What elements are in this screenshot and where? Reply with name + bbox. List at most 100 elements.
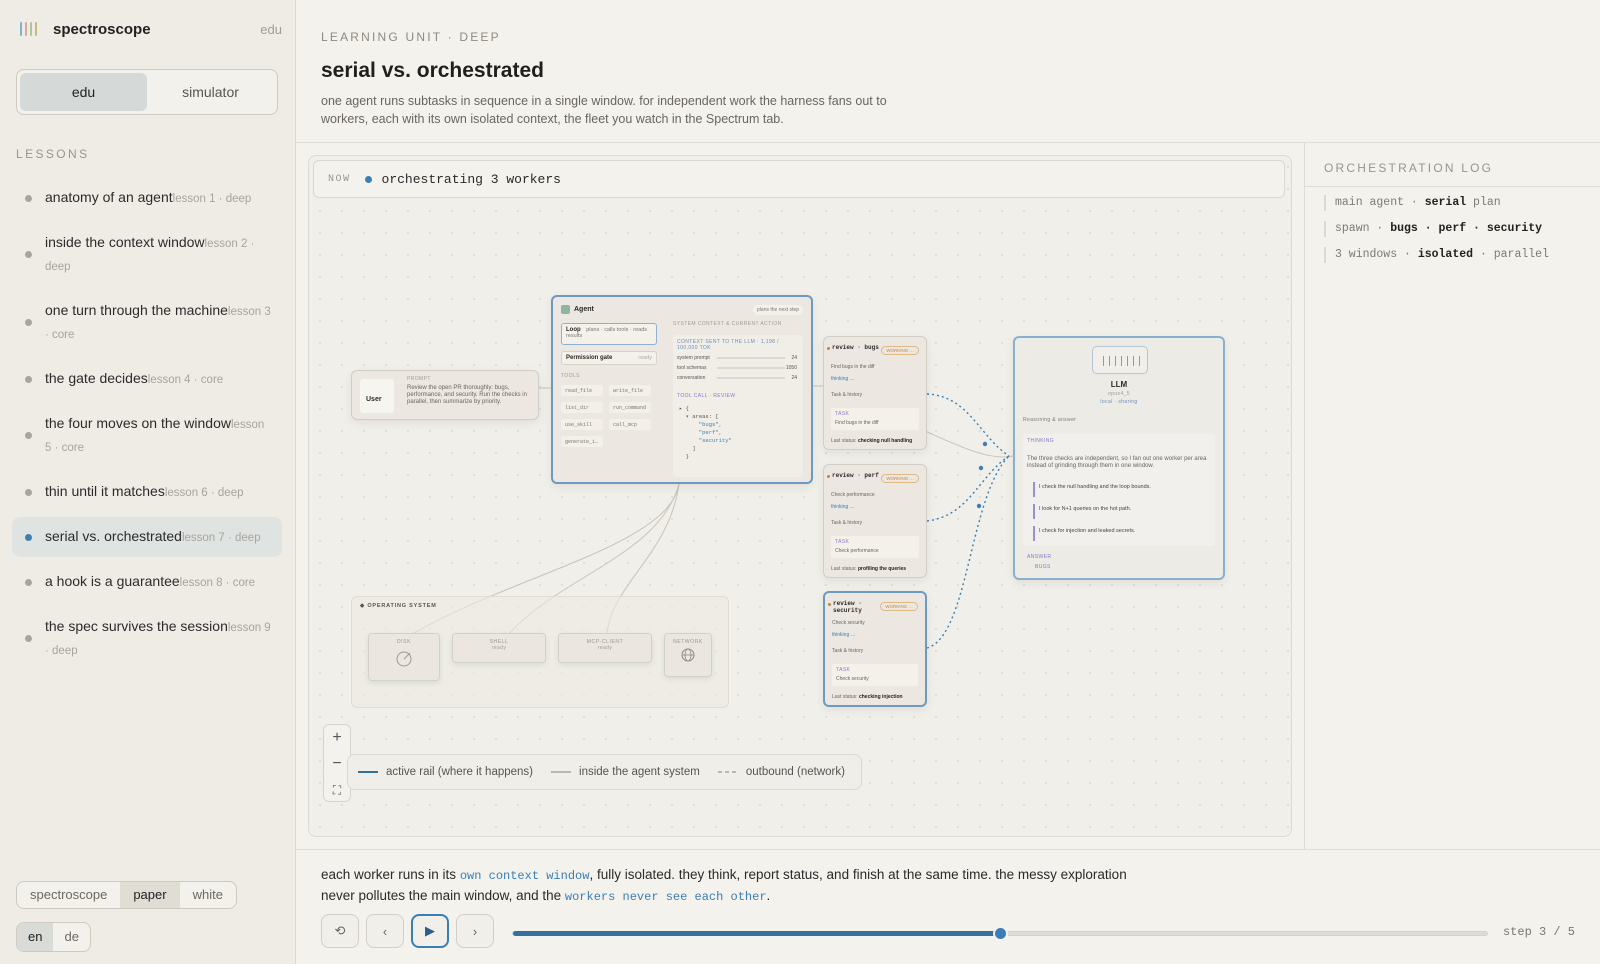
lesson-title: the four moves on the window	[45, 415, 231, 431]
previous-step-button[interactable]: ‹	[366, 914, 404, 948]
lesson-item[interactable]: thin until it matcheslesson 6 · deep	[12, 472, 282, 512]
page-title: serial vs. orchestrated	[321, 59, 544, 82]
legend-active-label: active rail (where it happens)	[386, 766, 534, 778]
tool-use-skill[interactable]: use_skill	[561, 419, 603, 430]
lesson-title: serial vs. orchestrated	[45, 528, 182, 544]
restart-button[interactable]: ⟲	[321, 914, 359, 948]
mode-simulator-button[interactable]: simulator	[147, 73, 274, 111]
theme-paper-option[interactable]: paper	[120, 882, 180, 908]
step-narration: each worker runs in its own context wind…	[321, 865, 1151, 907]
tool-write-file[interactable]: write_file	[609, 385, 651, 396]
network-node[interactable]: NETWORK	[664, 633, 712, 677]
narration-text: each worker runs in its	[321, 867, 460, 882]
tool-call-mcp[interactable]: call_mcp	[609, 419, 651, 430]
worker-history: Task & history	[831, 520, 863, 526]
worker-node[interactable]: review · bugs WORKING … Find bugs in the d…	[823, 336, 927, 450]
chip-line	[1103, 356, 1104, 366]
theme-spectroscope-option[interactable]: spectroscope	[17, 882, 120, 908]
lesson-title: the spec survives the session	[45, 618, 228, 634]
llm-node[interactable]: LLM opus4_5 local · sharing Reasoning & …	[1013, 336, 1225, 580]
ctx-row-tools: tool schemas 1050	[677, 365, 797, 371]
loop-box[interactable]: Loop plans · calls tools · reads results	[561, 323, 657, 345]
canvas-legend: active rail (where it happens) inside th…	[347, 754, 862, 790]
tool-read-file[interactable]: read_file	[561, 385, 603, 396]
code-line: "security"	[679, 437, 732, 444]
prompt-text: Review the open PR thoroughly: bugs, per…	[407, 385, 527, 405]
language-en-option[interactable]: en	[17, 923, 54, 951]
language-switch: en de	[16, 922, 91, 952]
lesson-status-dot-icon	[25, 432, 32, 439]
tool-generate[interactable]: generate_i…	[561, 436, 603, 447]
worker-status-label: Last status:	[831, 566, 857, 572]
lesson-item[interactable]: one turn through the machinelesson 3 · c…	[12, 291, 282, 354]
lesson-item[interactable]: the four moves on the windowlesson 5 · c…	[12, 404, 282, 467]
language-de-option[interactable]: de	[53, 923, 89, 951]
worker-task: Find bugs in the diff	[835, 420, 879, 426]
lesson-item[interactable]: inside the context windowlesson 2 · deep	[12, 223, 282, 286]
user-prompt-node[interactable]: User PROMPT Review the open PR thoroughl…	[351, 370, 539, 420]
step-progress-slider[interactable]	[512, 926, 1488, 941]
lesson-item[interactable]: anatomy of an agentlesson 1 · deep	[12, 178, 282, 218]
lesson-status-dot-icon	[25, 251, 32, 258]
progress-fill	[513, 931, 1000, 936]
theme-white-option[interactable]: white	[180, 882, 236, 908]
narration-text: .	[766, 888, 771, 903]
code-line: "bugs",	[679, 421, 722, 428]
log-text: main agent ·	[1335, 196, 1425, 209]
brand-name: spectroscope	[53, 20, 151, 38]
chip-line	[1139, 356, 1140, 366]
brand-bar	[20, 22, 22, 36]
disk-node[interactable]: DISK	[368, 633, 440, 681]
agent-node[interactable]: Agent plans the next step Loop plans · c…	[551, 295, 813, 484]
context-sent: CONTEXT SENT TO THE LLM · 1,198 / 100,00…	[677, 339, 779, 351]
log-emphasis: isolated	[1417, 248, 1474, 261]
worker-status: Last status: checking injection	[832, 694, 903, 700]
next-step-button[interactable]: ›	[456, 914, 494, 948]
reasoning-line-bugs: I check the null handling and the loop b…	[1033, 482, 1151, 497]
lessons-heading: LESSONS	[16, 147, 90, 161]
tools-label: TOOLS	[561, 373, 580, 379]
worker-status: Last status: profiling the queries	[831, 566, 906, 572]
lesson-item[interactable]: the spec survives the sessionlesson 9 · …	[12, 607, 282, 670]
lesson-status-dot-icon	[25, 635, 32, 642]
worker-goal: Check security	[832, 620, 865, 626]
tool-run-command[interactable]: run_command	[609, 402, 651, 413]
mcp-client-node[interactable]: MCP-CLIENT ready	[558, 633, 652, 663]
sidebar: spectroscope edu edu simulator LESSONS a…	[0, 0, 296, 964]
worker-thinking: thinking …	[831, 504, 855, 510]
tool-list-dir[interactable]: list_dir	[561, 402, 603, 413]
worker-task-label: TASK	[835, 411, 850, 417]
llm-section: Reasoning & answer	[1023, 417, 1077, 423]
legend-active-rail: active rail (where it happens)	[358, 766, 533, 778]
worker-task: Check security	[836, 676, 869, 682]
worker-node[interactable]: review · perf WORKING … Check performance t…	[823, 464, 927, 578]
zoom-in-button[interactable]: +	[324, 725, 350, 751]
log-divider	[1305, 186, 1600, 187]
narration-code: workers never see each other	[564, 890, 767, 904]
llm-tag: local · sharing	[1100, 399, 1138, 405]
brand-mode: edu	[260, 21, 282, 37]
lesson-header: LEARNING UNIT · DEEP serial vs. orchestr…	[296, 0, 1600, 143]
permission-gate[interactable]: Permission gate ready	[561, 351, 657, 365]
lesson-item[interactable]: the gate decideslesson 4 · core	[12, 359, 282, 399]
lesson-item[interactable]: a hook is a guaranteelesson 8 · core	[12, 562, 282, 602]
shell-node[interactable]: SHELL ready	[452, 633, 546, 663]
mode-edu-button[interactable]: edu	[20, 73, 147, 111]
mcp-client-state: ready	[597, 645, 613, 651]
lesson-item[interactable]: serial vs. orchestratedlesson 7 · deep	[12, 517, 282, 557]
worker-status-value: checking injection	[858, 694, 903, 700]
log-lines: main agent · serial plan spawn · bugs · p…	[1324, 195, 1549, 273]
lesson-title: anatomy of an agent	[45, 189, 173, 205]
worker-status-value: profiling the queries	[857, 566, 907, 572]
brand-bar	[35, 22, 37, 36]
brand[interactable]: spectroscope edu	[20, 18, 282, 40]
worker-node[interactable]: review · security WORKING … Check security…	[823, 591, 927, 707]
play-button[interactable]: ▶	[411, 914, 449, 948]
log-text: 3 windows ·	[1335, 248, 1418, 261]
theme-switch: spectroscope paper white	[16, 881, 237, 909]
thinking-text: The three checks are independent, so I f…	[1027, 456, 1207, 469]
slider-thumb[interactable]	[993, 926, 1008, 941]
lesson-meta: lesson 6 · deep	[164, 487, 244, 499]
architecture-canvas[interactable]: NOW orchestrating 3 workers User PROMPT	[308, 155, 1292, 837]
lesson-status-dot-icon	[25, 194, 32, 202]
